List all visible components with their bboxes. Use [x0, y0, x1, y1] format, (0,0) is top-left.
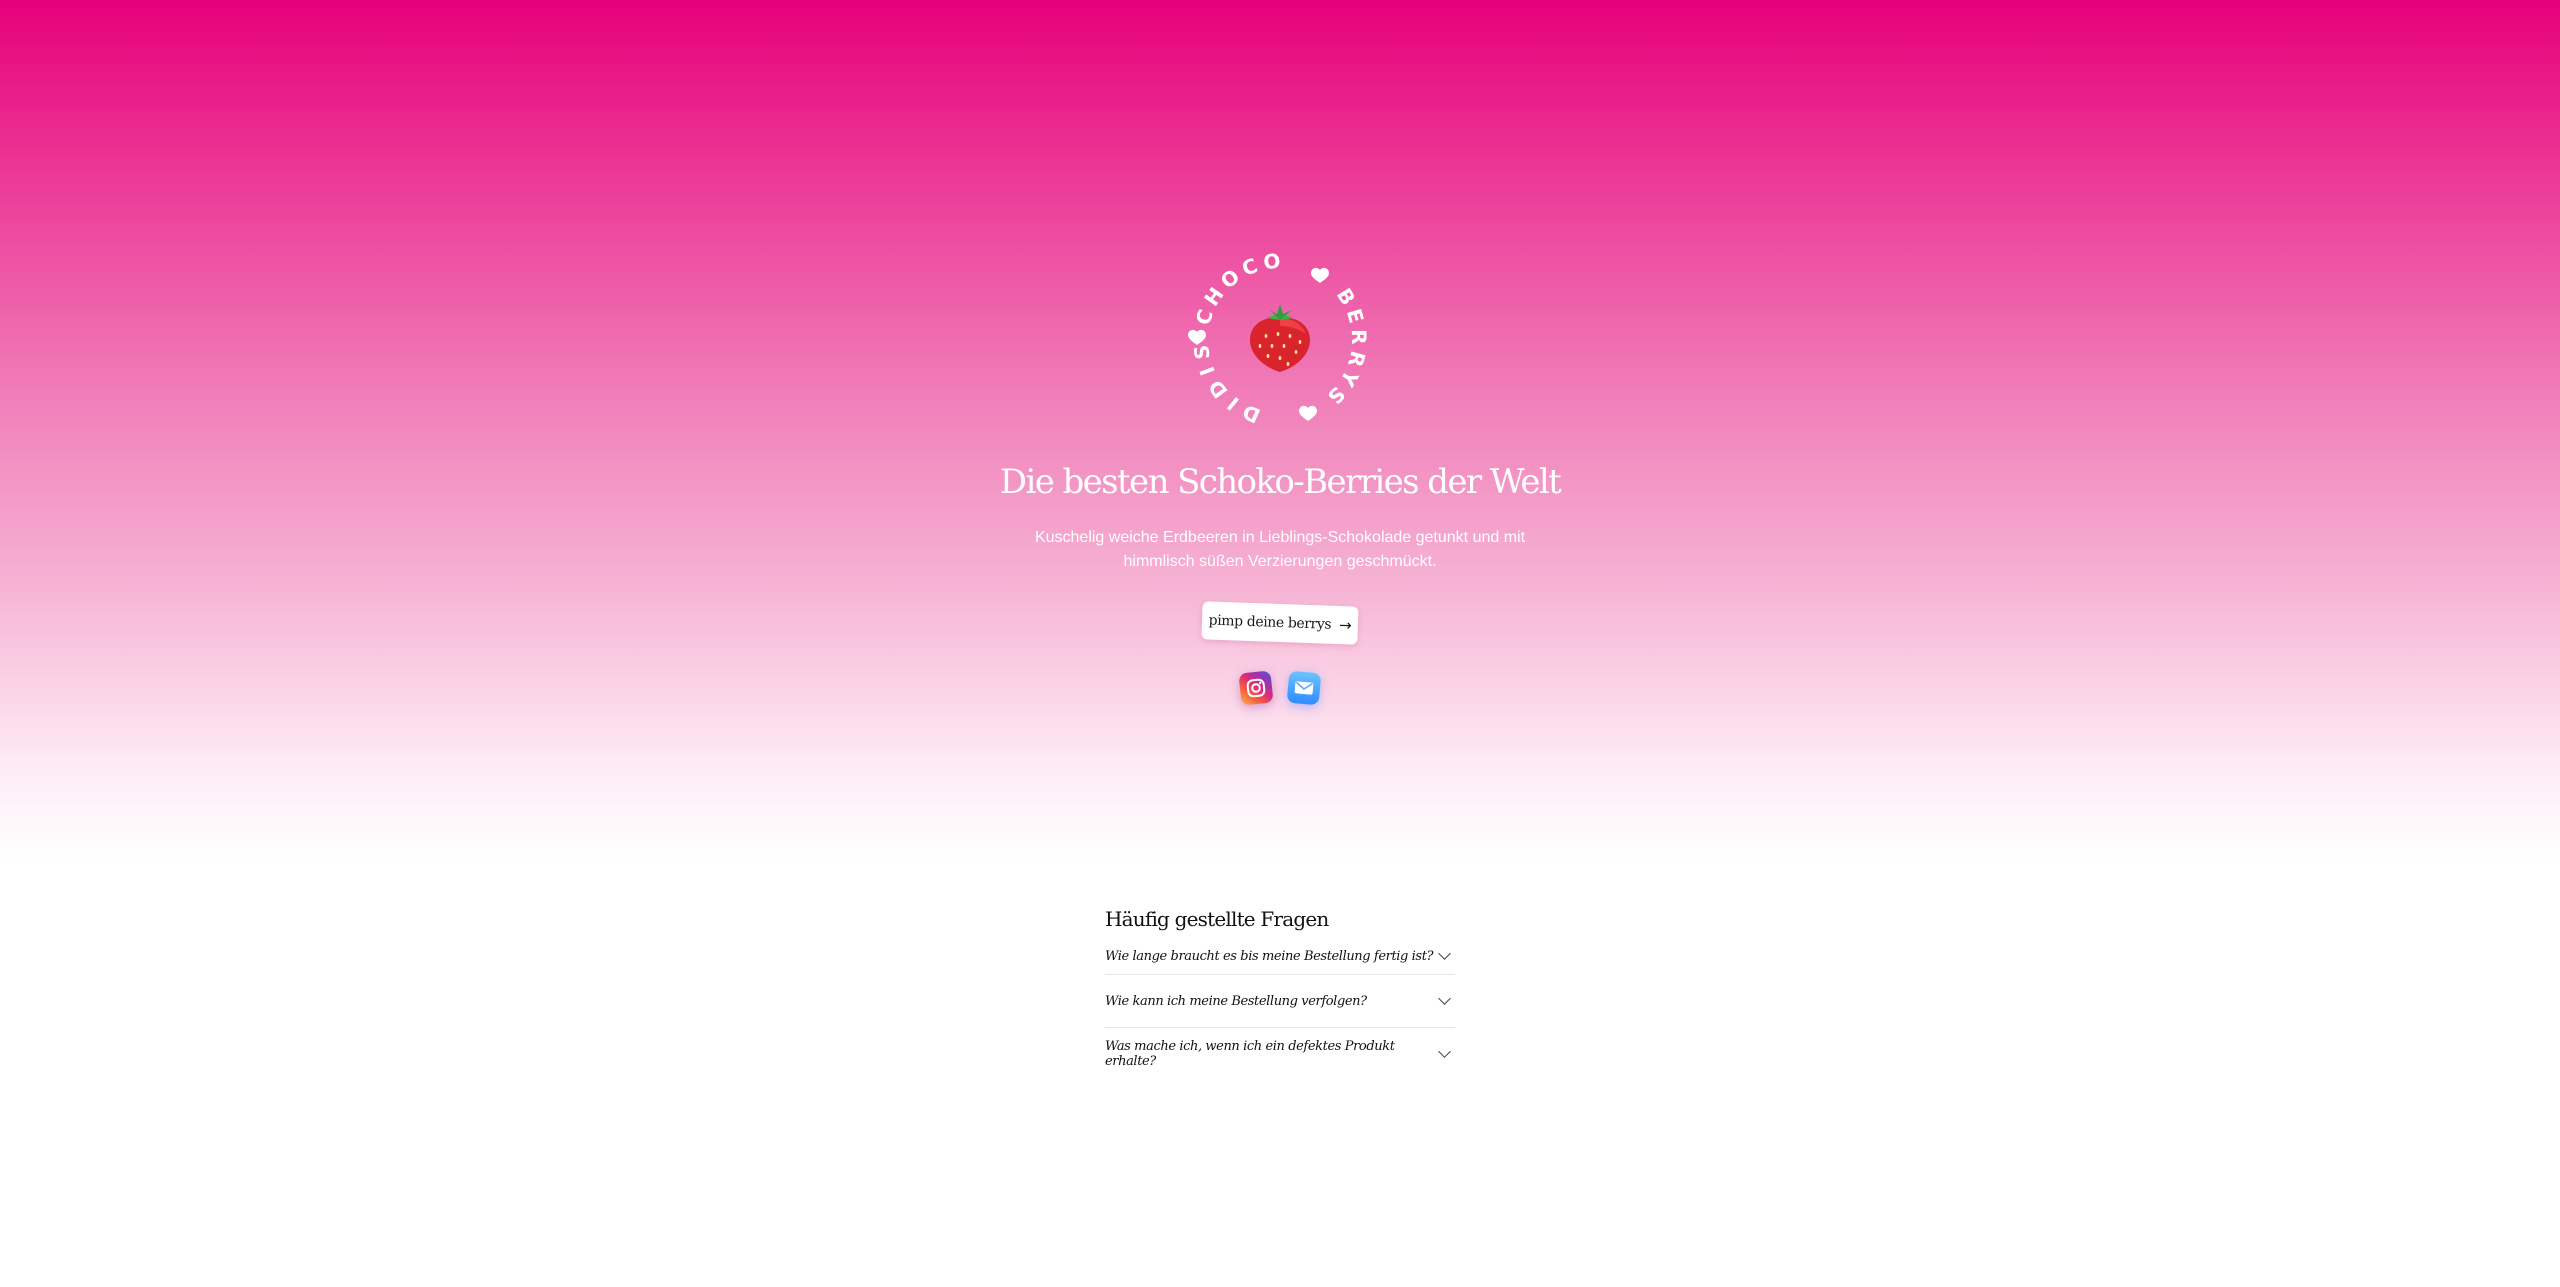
mail-icon — [1294, 681, 1314, 695]
pimp-berrys-button[interactable]: pimp deine berrys → — [1201, 601, 1359, 645]
faq-question: Was mache ich, wenn ich ein defektes Pro… — [1105, 1039, 1395, 1069]
faq-title: Häufig gestellte Fragen — [1105, 907, 1329, 931]
instagram-button[interactable] — [1238, 670, 1274, 706]
heart-icon — [1311, 267, 1329, 283]
faq-item[interactable]: Wie kann ich meine Bestellung verfolgen? — [1105, 975, 1455, 1028]
heart-icon — [1299, 405, 1317, 421]
instagram-icon — [1246, 678, 1266, 698]
hero-headline: Die besten Schoko-Berries der Welt — [999, 462, 1562, 502]
arrow-right-icon: → — [1338, 615, 1352, 634]
logo-text-right: BERRYS — [1319, 284, 1366, 413]
faq-section: Häufig gestellte Fragen Wie lange brauch… — [1105, 904, 1455, 1080]
cta-label: pimp deine berrys — [1208, 612, 1332, 633]
mail-button[interactable] — [1286, 670, 1322, 706]
svg-text:BERRYS: BERRYS — [1319, 284, 1371, 413]
brand-logo-graphic: CHOCO BERRYS DIDIS — [1188, 248, 1371, 428]
faq-item[interactable]: Was mache ich, wenn ich ein defektes Pro… — [1105, 1028, 1455, 1080]
chevron-down-icon — [1438, 991, 1451, 1005]
brand-logo[interactable]: CHOCO BERRYS DIDIS — [1180, 240, 1380, 440]
faq-item[interactable]: Wie lange braucht es bis meine Bestellun… — [1105, 938, 1455, 975]
faq-question: Wie kann ich meine Bestellung verfolgen? — [1105, 993, 1367, 1009]
faq-question: Wie lange braucht es bis meine Bestellun… — [1105, 948, 1434, 964]
hero-subline: Kuschelig weiche Erdbeeren in Lieblings-… — [1034, 529, 1526, 570]
chevron-down-icon — [1438, 946, 1451, 960]
strawberry-icon — [1250, 304, 1310, 372]
